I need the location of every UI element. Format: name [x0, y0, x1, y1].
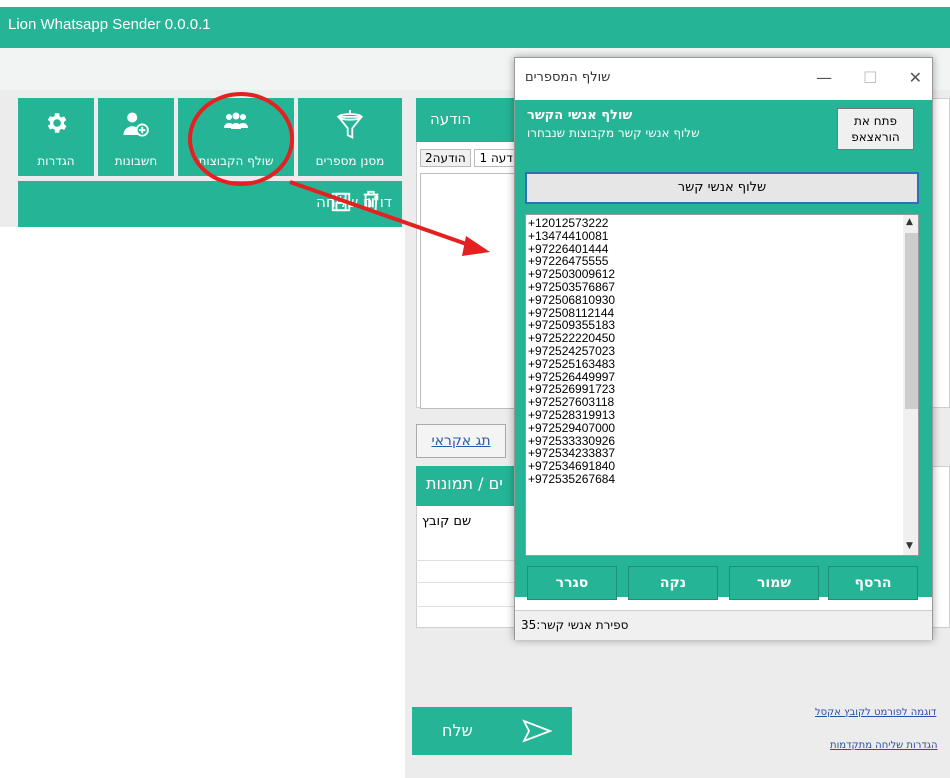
annotation-arrow [289, 180, 490, 256]
